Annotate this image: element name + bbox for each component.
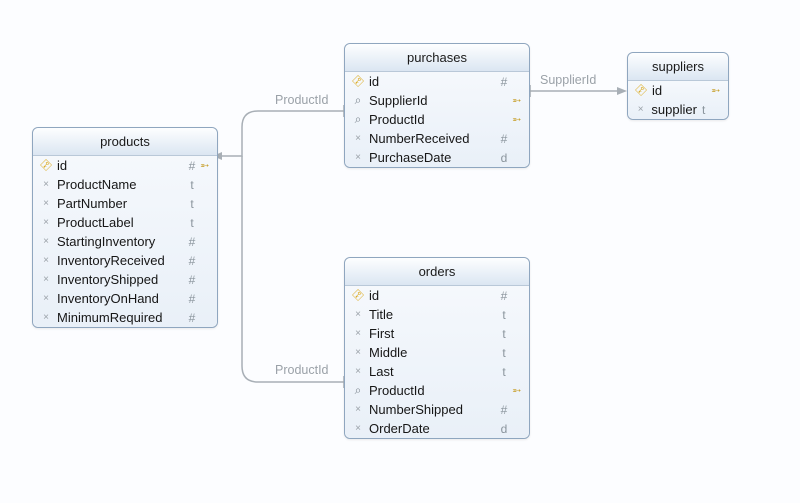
- col-minimumrequired: ×MinimumRequired#: [33, 308, 217, 327]
- col-id: ⚿id#: [345, 286, 529, 305]
- col-id: ⚿id➴: [628, 81, 728, 100]
- col-supplierid: ⌕SupplierId➴: [345, 91, 529, 110]
- table-products[interactable]: products ⚿id#➴ ×ProductNamet ×PartNumber…: [32, 127, 218, 328]
- col-inventoryonhand: ×InventoryOnHand#: [33, 289, 217, 308]
- col-inventoryreceived: ×InventoryReceived#: [33, 251, 217, 270]
- er-diagram-canvas: ProductId ProductId SupplierId products …: [0, 0, 800, 503]
- col-middle: ×Middlet: [345, 343, 529, 362]
- col-numberreceived: ×NumberReceived#: [345, 129, 529, 148]
- col-inventoryshipped: ×InventoryShipped#: [33, 270, 217, 289]
- col-title: ×Titlet: [345, 305, 529, 324]
- table-purchases[interactable]: purchases ⚿id# ⌕SupplierId➴ ⌕ProductId➴ …: [344, 43, 530, 168]
- table-header: orders: [345, 258, 529, 286]
- rel-label-purchases-productid: ProductId: [275, 93, 329, 107]
- col-first: ×Firstt: [345, 324, 529, 343]
- table-orders[interactable]: orders ⚿id# ×Titlet ×Firstt ×Middlet ×La…: [344, 257, 530, 439]
- col-productlabel: ×ProductLabelt: [33, 213, 217, 232]
- table-body: ⚿id➴ ×suppliert: [628, 81, 728, 119]
- col-last: ×Lastt: [345, 362, 529, 381]
- col-productid: ⌕ProductId➴: [345, 381, 529, 400]
- table-body: ⚿id# ×Titlet ×Firstt ×Middlet ×Lastt ⌕Pr…: [345, 286, 529, 438]
- table-body: ⚿id# ⌕SupplierId➴ ⌕ProductId➴ ×NumberRec…: [345, 72, 529, 167]
- col-purchasedate: ×PurchaseDated: [345, 148, 529, 167]
- col-startinginventory: ×StartingInventory#: [33, 232, 217, 251]
- col-productid: ⌕ProductId➴: [345, 110, 529, 129]
- col-numbershipped: ×NumberShipped#: [345, 400, 529, 419]
- table-body: ⚿id#➴ ×ProductNamet ×PartNumbert ×Produc…: [33, 156, 217, 327]
- table-suppliers[interactable]: suppliers ⚿id➴ ×suppliert: [627, 52, 729, 120]
- table-header: products: [33, 128, 217, 156]
- rel-label-orders-productid: ProductId: [275, 363, 329, 377]
- col-orderdate: ×OrderDated: [345, 419, 529, 438]
- col-partnumber: ×PartNumbert: [33, 194, 217, 213]
- rel-label-purchases-supplierid: SupplierId: [540, 73, 596, 87]
- table-header: suppliers: [628, 53, 728, 81]
- col-productname: ×ProductNamet: [33, 175, 217, 194]
- table-header: purchases: [345, 44, 529, 72]
- col-id: ⚿id#➴: [33, 156, 217, 175]
- col-supplier: ×suppliert: [628, 100, 728, 119]
- col-id: ⚿id#: [345, 72, 529, 91]
